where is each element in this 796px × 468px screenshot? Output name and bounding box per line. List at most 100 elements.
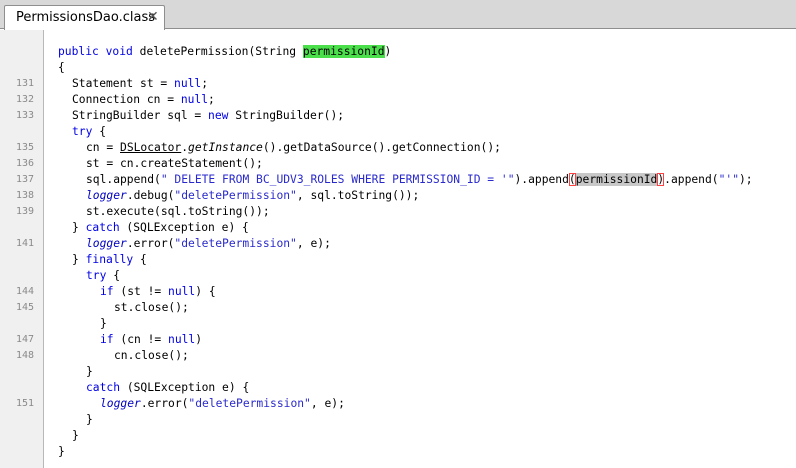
code-token: ) { — [195, 285, 216, 298]
line-number: 147 — [15, 334, 34, 345]
code-line[interactable]: } — [0, 412, 796, 428]
code-text: st.close(); — [114, 300, 189, 316]
code-token: Statement st = — [72, 77, 175, 90]
code-text: public void deletePermission(String perm… — [58, 44, 391, 60]
code-line[interactable]: public void deletePermission(String perm… — [0, 44, 796, 60]
code-line[interactable]: 141 logger.error("deletePermission", e); — [0, 236, 796, 252]
code-line[interactable]: } — [0, 364, 796, 380]
code-line[interactable]: 147 if (cn != null) — [0, 332, 796, 348]
code-line[interactable]: 132 Connection cn = null; — [0, 92, 796, 108]
code-token: if — [100, 285, 114, 298]
code-text: st.execute(sql.toString()); — [86, 204, 270, 220]
tab-title: PermissionsDao.class — [16, 10, 155, 25]
code-text: st = cn.createStatement(); — [86, 156, 263, 172]
code-token: try — [86, 269, 107, 282]
code-line[interactable]: 131 Statement st = null; — [0, 76, 796, 92]
line-number: 148 — [15, 350, 34, 361]
code-token: { — [133, 253, 147, 266]
code-text: cn = DSLocator.getInstance().getDataSour… — [86, 140, 501, 156]
code-token: st.close(); — [114, 301, 189, 314]
code-token: null — [180, 93, 209, 106]
code-token: new — [208, 109, 229, 122]
close-icon[interactable]: ✕ — [147, 9, 159, 25]
code-line[interactable]: } — [0, 444, 796, 460]
code-line[interactable]: try { — [0, 124, 796, 140]
code-text: logger.error("deletePermission", e); — [86, 236, 331, 252]
code-line[interactable]: { — [0, 60, 796, 76]
code-token: finally — [85, 253, 134, 266]
line-number: 145 — [15, 302, 34, 313]
code-text: StringBuilder sql = new StringBuilder(); — [72, 108, 344, 124]
code-token: permissionId — [302, 45, 385, 58]
code-token: "deletePermission" — [174, 189, 297, 202]
code-editor[interactable]: public void deletePermission(String perm… — [0, 30, 796, 468]
code-token: } — [100, 317, 107, 330]
code-text: } — [58, 444, 65, 460]
code-token: ) — [384, 45, 392, 58]
code-text: } — [86, 364, 93, 380]
code-token: } — [58, 445, 65, 458]
line-number: 137 — [15, 174, 34, 185]
code-line[interactable]: } catch (SQLException e) { — [0, 220, 796, 236]
code-text: try { — [86, 268, 120, 284]
code-line[interactable]: 138 logger.debug("deletePermission", sql.… — [0, 188, 796, 204]
code-token: catch — [86, 381, 121, 394]
code-text: logger.debug("deletePermission", sql.toS… — [86, 188, 419, 204]
code-token: logger — [100, 397, 141, 410]
code-token: .error( — [126, 237, 175, 250]
code-text: if (st != null) { — [100, 284, 216, 300]
code-token: (cn != — [113, 333, 169, 346]
line-number: 139 — [15, 206, 34, 217]
code-text: } catch (SQLException e) { — [72, 220, 249, 236]
code-line[interactable]: } — [0, 428, 796, 444]
code-line[interactable]: 148 cn.close(); — [0, 348, 796, 364]
code-line[interactable]: catch (SQLException e) { — [0, 380, 796, 396]
code-token: Connection cn = — [72, 93, 181, 106]
code-token: } — [86, 365, 93, 378]
code-text: sql.append(" DELETE FROM BC_UDV3_ROLES W… — [86, 172, 753, 188]
code-line[interactable]: try { — [0, 268, 796, 284]
code-token: ; — [201, 77, 209, 90]
code-line[interactable]: 144 if (st != null) { — [0, 284, 796, 300]
line-number: 151 — [15, 398, 34, 409]
code-line[interactable]: 135 cn = DSLocator.getInstance().getDataS… — [0, 140, 796, 156]
code-line[interactable]: 145 st.close(); — [0, 300, 796, 316]
code-token: if — [100, 333, 114, 346]
code-token: cn.close(); — [114, 349, 189, 362]
code-line[interactable]: } finally { — [0, 252, 796, 268]
code-line[interactable]: 139 st.execute(sql.toString()); — [0, 204, 796, 220]
code-text: } — [72, 428, 79, 444]
code-token: "deletePermission" — [174, 237, 297, 250]
tab-permissionsdao-class[interactable]: PermissionsDao.class ✕ — [4, 5, 165, 30]
code-area[interactable]: public void deletePermission(String perm… — [0, 44, 796, 460]
code-token: st = cn.createStatement(); — [86, 157, 263, 170]
editor-tab-bar: PermissionsDao.class ✕ — [0, 0, 796, 30]
code-token: null — [168, 333, 196, 346]
code-token: , e); — [296, 237, 331, 250]
code-token: .append( — [664, 173, 719, 186]
code-token: ( — [568, 173, 576, 186]
line-number: 132 — [15, 94, 34, 105]
code-token: "'" — [718, 173, 739, 186]
line-number: 135 — [15, 142, 34, 153]
code-token: { — [58, 61, 65, 74]
code-line[interactable]: 133 StringBuilder sql = new StringBuilder… — [0, 108, 796, 124]
code-token: st.execute(sql.toString()); — [86, 205, 270, 218]
code-token: ); — [739, 173, 753, 186]
code-token: null — [174, 77, 202, 90]
code-token: } — [72, 253, 86, 266]
code-token: "deletePermission" — [188, 397, 311, 410]
code-token: logger — [86, 237, 127, 250]
code-token: .error( — [140, 397, 189, 410]
code-line[interactable]: 151 logger.error("deletePermission", e); — [0, 396, 796, 412]
code-line[interactable]: 136 st = cn.createStatement(); — [0, 156, 796, 172]
code-token: permissionId — [575, 173, 658, 186]
code-line[interactable]: } — [0, 316, 796, 332]
code-token: (st != — [113, 285, 169, 298]
code-token: StringBuilder(); — [228, 109, 345, 122]
code-line[interactable]: 137 sql.append(" DELETE FROM BC_UDV3_ROLE… — [0, 172, 796, 188]
code-token: deletePermission(String — [132, 45, 303, 58]
line-number: 133 — [15, 110, 34, 121]
code-token: } — [86, 413, 93, 426]
code-token: , sql.toString()); — [296, 189, 420, 202]
